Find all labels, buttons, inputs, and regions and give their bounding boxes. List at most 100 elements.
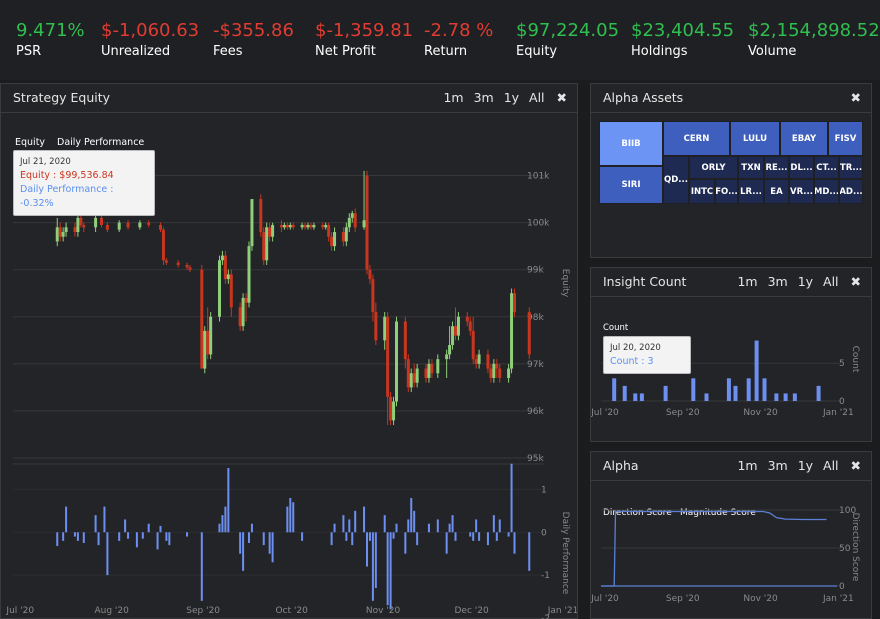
range-1m-button[interactable]: 1m <box>443 90 463 105</box>
count-bar <box>704 393 709 401</box>
candle-body <box>206 330 210 355</box>
candle-body <box>105 224 109 230</box>
y-tick-label: 97k <box>527 360 544 370</box>
equity-grid <box>13 175 544 619</box>
y-tick-label: 99k <box>527 266 544 276</box>
asset-tile[interactable]: QD... <box>663 156 689 204</box>
performance-bar <box>333 523 336 533</box>
count-bar <box>783 393 788 401</box>
panel-title: Insight Count <box>603 274 687 289</box>
candle-body <box>495 363 499 369</box>
asset-tile[interactable]: MD... <box>814 179 839 204</box>
asset-tile[interactable]: TR... <box>839 156 863 179</box>
candle-body <box>406 359 410 388</box>
range-1y-button[interactable]: 1y <box>504 90 519 105</box>
range-controls: 1m 3m 1y All ✖ <box>437 90 567 105</box>
performance-bar <box>407 519 410 533</box>
asset-tile[interactable]: CT... <box>814 156 839 179</box>
range-all-button[interactable]: All <box>823 274 839 289</box>
performance-bar <box>351 532 354 546</box>
candle-body <box>100 217 103 225</box>
performance-bar <box>224 506 227 533</box>
range-all-button[interactable]: All <box>529 90 545 105</box>
stat-value: $-1,060.63 <box>101 20 200 41</box>
candle-body <box>76 217 80 233</box>
close-icon[interactable]: ✖ <box>851 90 861 105</box>
stat-label: Unrealized <box>101 44 171 59</box>
performance-bar <box>301 532 304 541</box>
legend-count[interactable]: Count <box>603 323 629 333</box>
close-icon[interactable]: ✖ <box>557 90 567 105</box>
performance-bar <box>383 515 386 533</box>
stat-value: $23,404.55 <box>631 20 735 41</box>
range-3m-button[interactable]: 3m <box>768 274 788 289</box>
count-bar <box>754 340 759 401</box>
candle-body <box>138 222 142 228</box>
asset-tile[interactable]: BIIB <box>599 121 663 166</box>
range-controls: 1m 3m 1y All ✖ <box>731 274 861 289</box>
candle-body <box>188 267 192 270</box>
performance-bar <box>218 523 221 533</box>
range-3m-button[interactable]: 3m <box>768 458 788 473</box>
asset-tile[interactable]: CERN <box>663 121 730 156</box>
x-tick-label: Sep '20 <box>666 408 700 418</box>
candle-body <box>265 227 269 261</box>
performance-bar <box>510 463 513 533</box>
x-tick-label: Jul '20 <box>5 606 34 616</box>
legend-equity[interactable]: Equity <box>15 137 45 148</box>
asset-tile[interactable]: LR... <box>738 179 764 204</box>
asset-tile[interactable]: SIRI <box>599 166 663 204</box>
range-1m-button[interactable]: 1m <box>737 458 757 473</box>
y-tick-label: 100 <box>839 506 856 516</box>
candle-body <box>424 368 428 378</box>
asset-tile[interactable]: TXN <box>738 156 764 179</box>
performance-bar <box>472 532 475 541</box>
performance-bar <box>156 532 159 550</box>
candle-body <box>200 269 204 369</box>
count-axis-label: Count <box>850 346 860 373</box>
candle-body <box>220 255 224 261</box>
performance-bar <box>292 502 295 533</box>
candle-body <box>368 269 372 280</box>
asset-tile[interactable]: LULU <box>730 121 780 156</box>
tooltip-equity: Equity : $99,536.84 <box>20 170 114 181</box>
y-tick-label: -1 <box>541 571 550 581</box>
asset-tile[interactable]: AD... <box>839 179 863 204</box>
range-3m-button[interactable]: 3m <box>474 90 494 105</box>
y-tick-label: 5 <box>839 359 845 369</box>
asset-tile[interactable]: EA <box>764 179 789 204</box>
candle-body <box>374 312 378 341</box>
range-all-button[interactable]: All <box>823 458 839 473</box>
asset-tile[interactable]: FISV <box>828 121 863 156</box>
range-1y-button[interactable]: 1y <box>798 274 813 289</box>
performance-bar <box>363 506 366 533</box>
performance-bar <box>392 532 395 539</box>
legend-daily-performance[interactable]: Daily Performance <box>57 137 144 148</box>
range-1m-button[interactable]: 1m <box>737 274 757 289</box>
performance-bar <box>368 532 371 541</box>
range-1y-button[interactable]: 1y <box>798 458 813 473</box>
performance-bar <box>451 515 454 533</box>
performance-bar <box>65 506 68 533</box>
close-icon[interactable]: ✖ <box>851 458 861 473</box>
performance-bar <box>389 532 392 610</box>
tooltip-count: Count : 3 <box>610 356 654 367</box>
asset-tile[interactable]: RE... <box>764 156 789 179</box>
count-bar <box>762 378 767 401</box>
candle-body <box>238 307 242 327</box>
stat-value: -$355.86 <box>213 20 294 41</box>
stat-net-profit: $-1,359.81 Net Profit <box>315 20 413 62</box>
asset-tile[interactable]: INTC <box>689 179 715 204</box>
asset-tile[interactable]: FO... <box>715 179 738 204</box>
asset-tile[interactable]: DL... <box>789 156 814 179</box>
candle-body <box>218 260 221 317</box>
strategy-equity-panel: Strategy Equity 1m 3m 1y All ✖ Equity Da… <box>0 83 578 619</box>
candle-body <box>279 224 283 228</box>
close-icon[interactable]: ✖ <box>851 274 861 289</box>
asset-tile[interactable]: ORLY <box>689 156 738 179</box>
asset-tile[interactable]: EBAY <box>780 121 828 156</box>
panel-title: Strategy Equity <box>13 90 111 105</box>
performance-bar <box>56 532 59 546</box>
insight-tooltip: Jul 20, 2020 Count : 3 <box>603 336 691 374</box>
asset-tile[interactable]: VR... <box>789 179 814 204</box>
